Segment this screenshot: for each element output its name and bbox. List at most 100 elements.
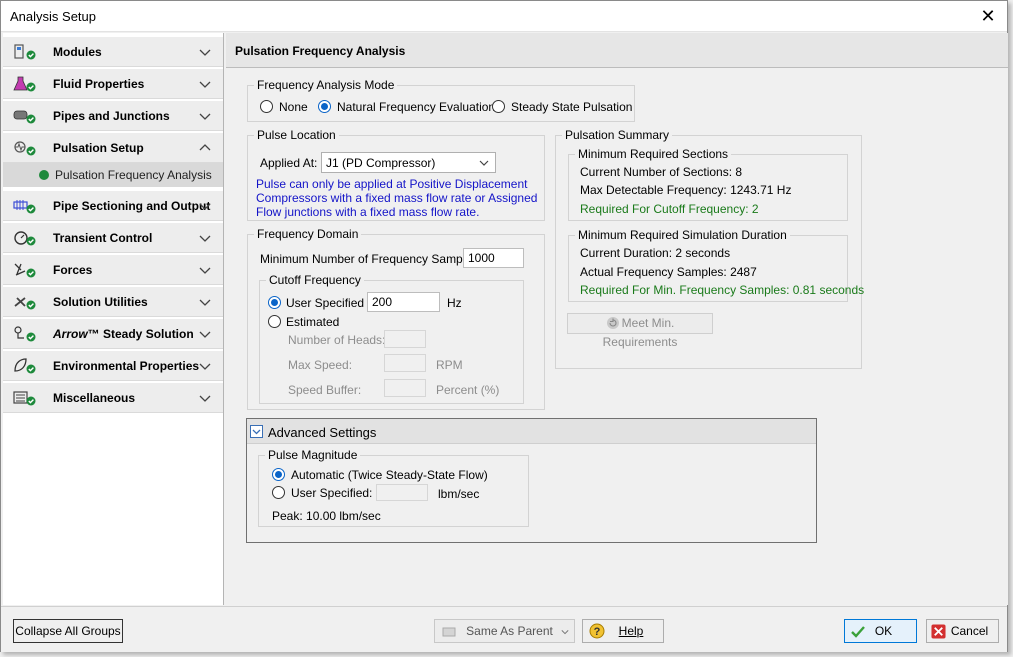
collapse-all-groups-button[interactable]: Collapse All Groups: [13, 619, 123, 643]
chevron-down-icon[interactable]: [199, 392, 211, 404]
sidebar-group-pipe-sectioning[interactable]: Pipe Sectioning and Output: [3, 191, 223, 221]
mode-steady-state-label[interactable]: Steady State Pulsation: [511, 100, 632, 114]
magnitude-input: [376, 484, 428, 501]
modules-icon: [14, 44, 36, 60]
magnitude-unit: lbm/sec: [438, 487, 480, 501]
mode-natural-frequency-radio[interactable]: [318, 100, 331, 113]
chevron-down-icon[interactable]: [199, 200, 211, 212]
cutoff-user-specified-radio[interactable]: [268, 296, 281, 309]
number-of-heads-label: Number of Heads:: [288, 333, 386, 347]
pulse-location-group: Pulse Location Applied At: J1 (PD Compre…: [247, 128, 545, 221]
chevron-down-icon[interactable]: [199, 264, 211, 276]
min-samples-value: 1000: [468, 251, 495, 265]
sidebar-group-solution-utilities[interactable]: Solution Utilities: [3, 287, 223, 317]
group-legend: Pulse Magnitude: [265, 448, 361, 462]
sidebar-group-steady-solution[interactable]: Arrow™ Steady Solution: [3, 319, 223, 349]
cutoff-frequency-input[interactable]: 200: [367, 292, 440, 312]
sidebar-group-pipes-and-junctions[interactable]: Pipes and Junctions: [3, 101, 223, 131]
sidebar-group-fluid-properties[interactable]: Fluid Properties: [3, 69, 223, 99]
same-as-parent-label: Same As Parent: [466, 624, 553, 638]
sidebar-group-label: Forces: [53, 263, 93, 277]
sidebar-group-environmental-properties[interactable]: Environmental Properties: [3, 351, 223, 381]
magnitude-automatic-label[interactable]: Automatic (Twice Steady-State Flow): [291, 468, 488, 482]
help-icon: ?: [589, 623, 605, 639]
collapse-all-groups-label: Collapse All Groups: [15, 624, 121, 638]
chevron-down-icon[interactable]: [199, 296, 211, 308]
cutoff-estimated-label[interactable]: Estimated: [286, 315, 339, 329]
sidebar-group-label: Fluid Properties: [53, 77, 145, 91]
actual-frequency-samples-text: Actual Frequency Samples: 2487: [580, 265, 757, 279]
pipe-icon: [13, 110, 36, 124]
analysis-setup-window: Analysis Setup ✕ Modules Fluid Propertie…: [0, 0, 1008, 652]
sidebar-group-modules[interactable]: Modules: [3, 37, 223, 67]
pulsation-summary-group: Pulsation Summary Minimum Required Secti…: [555, 128, 864, 369]
steady-solution-label: ™ Steady Solution: [87, 327, 194, 341]
magnitude-user-specified-label[interactable]: User Specified:: [291, 486, 372, 500]
max-speed-input: [384, 354, 426, 372]
max-detectable-frequency-text: Max Detectable Frequency: 1243.71 Hz: [580, 183, 792, 197]
status-check-icon: [39, 170, 49, 180]
chevron-down-icon[interactable]: [199, 232, 211, 244]
magnitude-automatic-radio[interactable]: [272, 468, 285, 481]
frequency-domain-group: Frequency Domain Minimum Number of Frequ…: [247, 227, 545, 410]
required-cutoff-text: Required For Cutoff Frequency: 2: [580, 202, 759, 216]
group-legend: Minimum Required Simulation Duration: [575, 228, 790, 242]
meet-min-requirements-button[interactable]: Meet Min. Requirements: [567, 313, 713, 349]
sidebar-group-miscellaneous[interactable]: Miscellaneous: [3, 383, 223, 413]
cutoff-estimated-radio[interactable]: [268, 315, 281, 328]
min-required-duration-group: Minimum Required Simulation Duration Cur…: [568, 228, 864, 302]
arrow-brand-logo: Arrow: [53, 327, 88, 341]
min-required-sections-group: Minimum Required Sections Current Number…: [568, 147, 848, 221]
sidebar-item-pulsation-frequency-analysis[interactable]: Pulsation Frequency Analysis: [3, 163, 223, 187]
frequency-analysis-mode-group: Frequency Analysis Mode None Natural Fre…: [247, 78, 635, 122]
applied-at-select[interactable]: J1 (PD Compressor): [321, 152, 496, 173]
sectioning-icon: [13, 200, 36, 214]
group-legend: Frequency Domain: [254, 227, 362, 241]
window-title: Analysis Setup: [10, 9, 96, 24]
leaf-icon: [14, 358, 36, 374]
sidebar-group-label: Pulsation Setup: [53, 141, 144, 155]
help-label: Help: [618, 624, 644, 638]
mode-none-label[interactable]: None: [279, 100, 308, 114]
speed-buffer-label: Speed Buffer:: [288, 383, 362, 397]
chevron-down-icon[interactable]: [199, 328, 211, 340]
chevron-down-icon[interactable]: [199, 46, 211, 58]
speed-buffer-unit: Percent (%): [436, 383, 500, 397]
cancel-icon: [931, 624, 946, 639]
cutoff-frequency-value: 200: [372, 295, 393, 309]
group-legend: Pulsation Summary: [562, 128, 673, 142]
title-bar: Analysis Setup ✕: [1, 1, 1007, 32]
mode-none-radio[interactable]: [260, 100, 273, 113]
chevron-down-icon: [479, 160, 489, 166]
misc-icon: [13, 391, 36, 406]
chevron-down-icon[interactable]: [199, 78, 211, 90]
sidebar-group-transient-control[interactable]: Transient Control: [3, 223, 223, 253]
tools-icon: [14, 297, 36, 310]
cancel-button[interactable]: Cancel: [926, 619, 999, 643]
group-legend: Frequency Analysis Mode: [254, 78, 398, 92]
close-icon[interactable]: ✕: [977, 5, 999, 27]
inherit-icon: [442, 627, 456, 637]
min-samples-input[interactable]: 1000: [463, 248, 524, 268]
sidebar-group-label: Solution Utilities: [53, 295, 148, 309]
sidebar-group-label: Transient Control: [53, 231, 153, 245]
same-as-parent-dropdown[interactable]: Same As Parent: [434, 619, 575, 643]
cutoff-frequency-group: Cutoff Frequency User Specified 200 Hz E…: [259, 273, 524, 404]
pulse-magnitude-group: Pulse Magnitude Automatic (Twice Steady-…: [258, 448, 529, 527]
current-sections-text: Current Number of Sections: 8: [580, 165, 743, 179]
sidebar-group-forces[interactable]: Forces: [3, 255, 223, 285]
sidebar-group-label: Pipe Sectioning and Output: [53, 199, 211, 213]
mode-natural-frequency-label[interactable]: Natural Frequency Evaluation: [337, 100, 495, 114]
cutoff-user-specified-label[interactable]: User Specified: [286, 296, 364, 310]
advanced-settings-header[interactable]: Advanced Settings: [247, 419, 816, 444]
chevron-down-icon[interactable]: [199, 110, 211, 122]
sidebar-group-pulsation-setup[interactable]: Pulsation Setup: [3, 133, 223, 163]
ok-button[interactable]: OK: [844, 619, 917, 643]
mode-steady-state-radio[interactable]: [492, 100, 505, 113]
magnitude-user-specified-radio[interactable]: [272, 486, 285, 499]
chevron-up-icon[interactable]: [199, 142, 211, 154]
collapse-toggle-icon[interactable]: [250, 425, 263, 438]
chevron-down-icon[interactable]: [199, 360, 211, 372]
max-speed-unit: RPM: [436, 358, 463, 372]
help-button[interactable]: ? Help: [582, 619, 664, 643]
